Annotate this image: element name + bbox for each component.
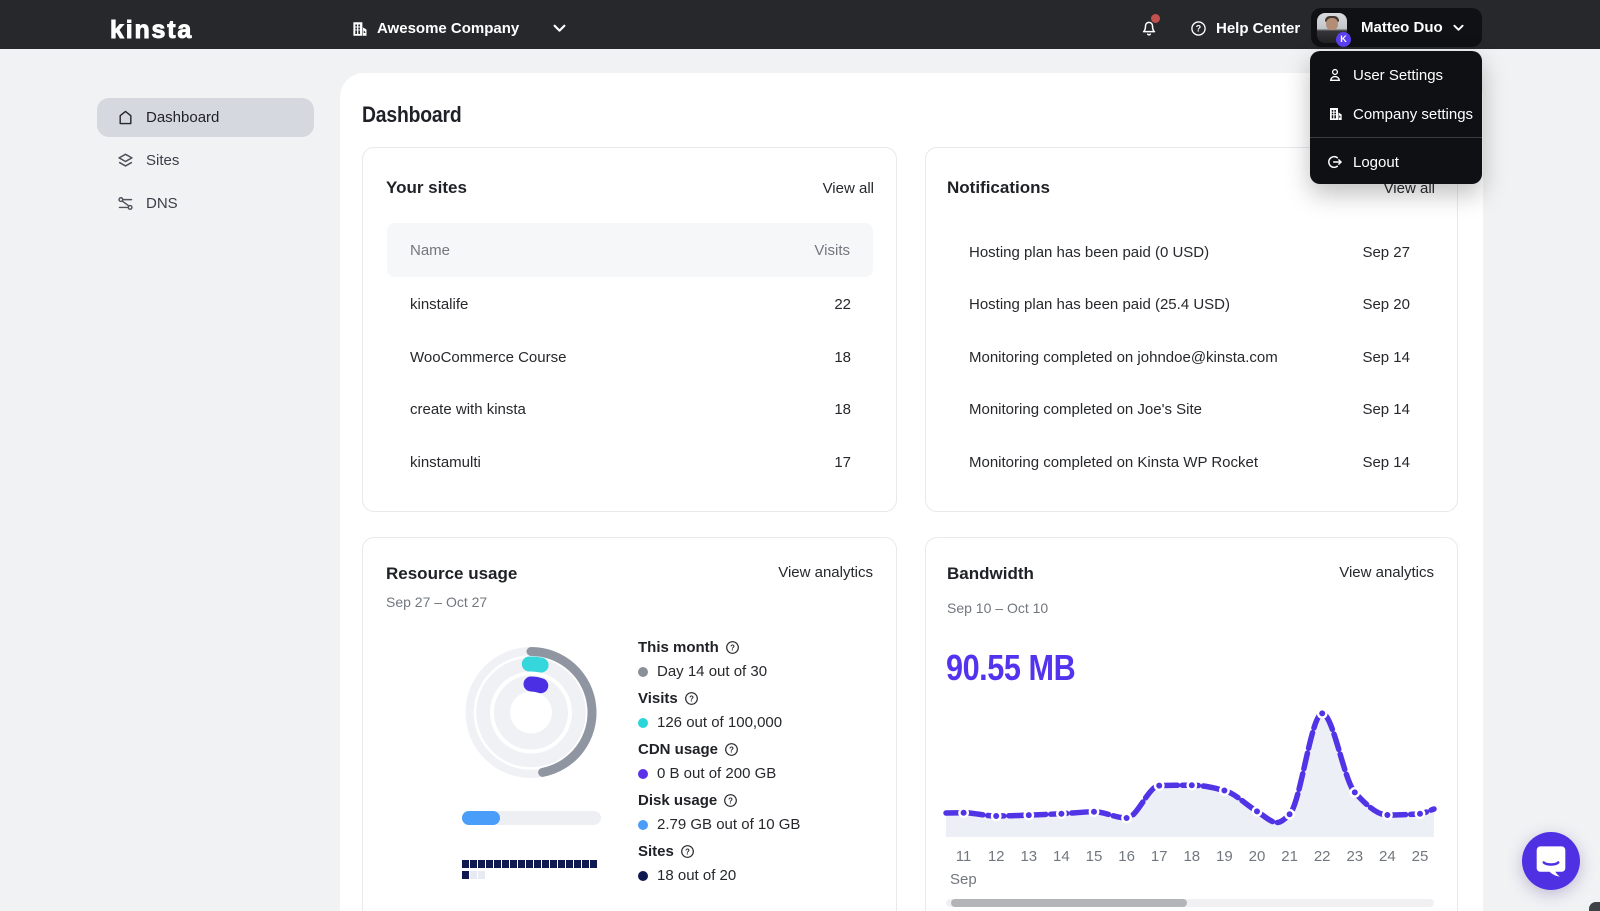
svg-text:?: ?	[689, 694, 694, 703]
svg-text:?: ?	[1196, 23, 1201, 33]
svg-text:?: ?	[730, 643, 735, 652]
svg-text:kinsta: kinsta	[110, 17, 193, 43]
svg-text:?: ?	[728, 796, 733, 805]
svg-text:?: ?	[685, 847, 690, 856]
svg-text:?: ?	[729, 745, 734, 754]
